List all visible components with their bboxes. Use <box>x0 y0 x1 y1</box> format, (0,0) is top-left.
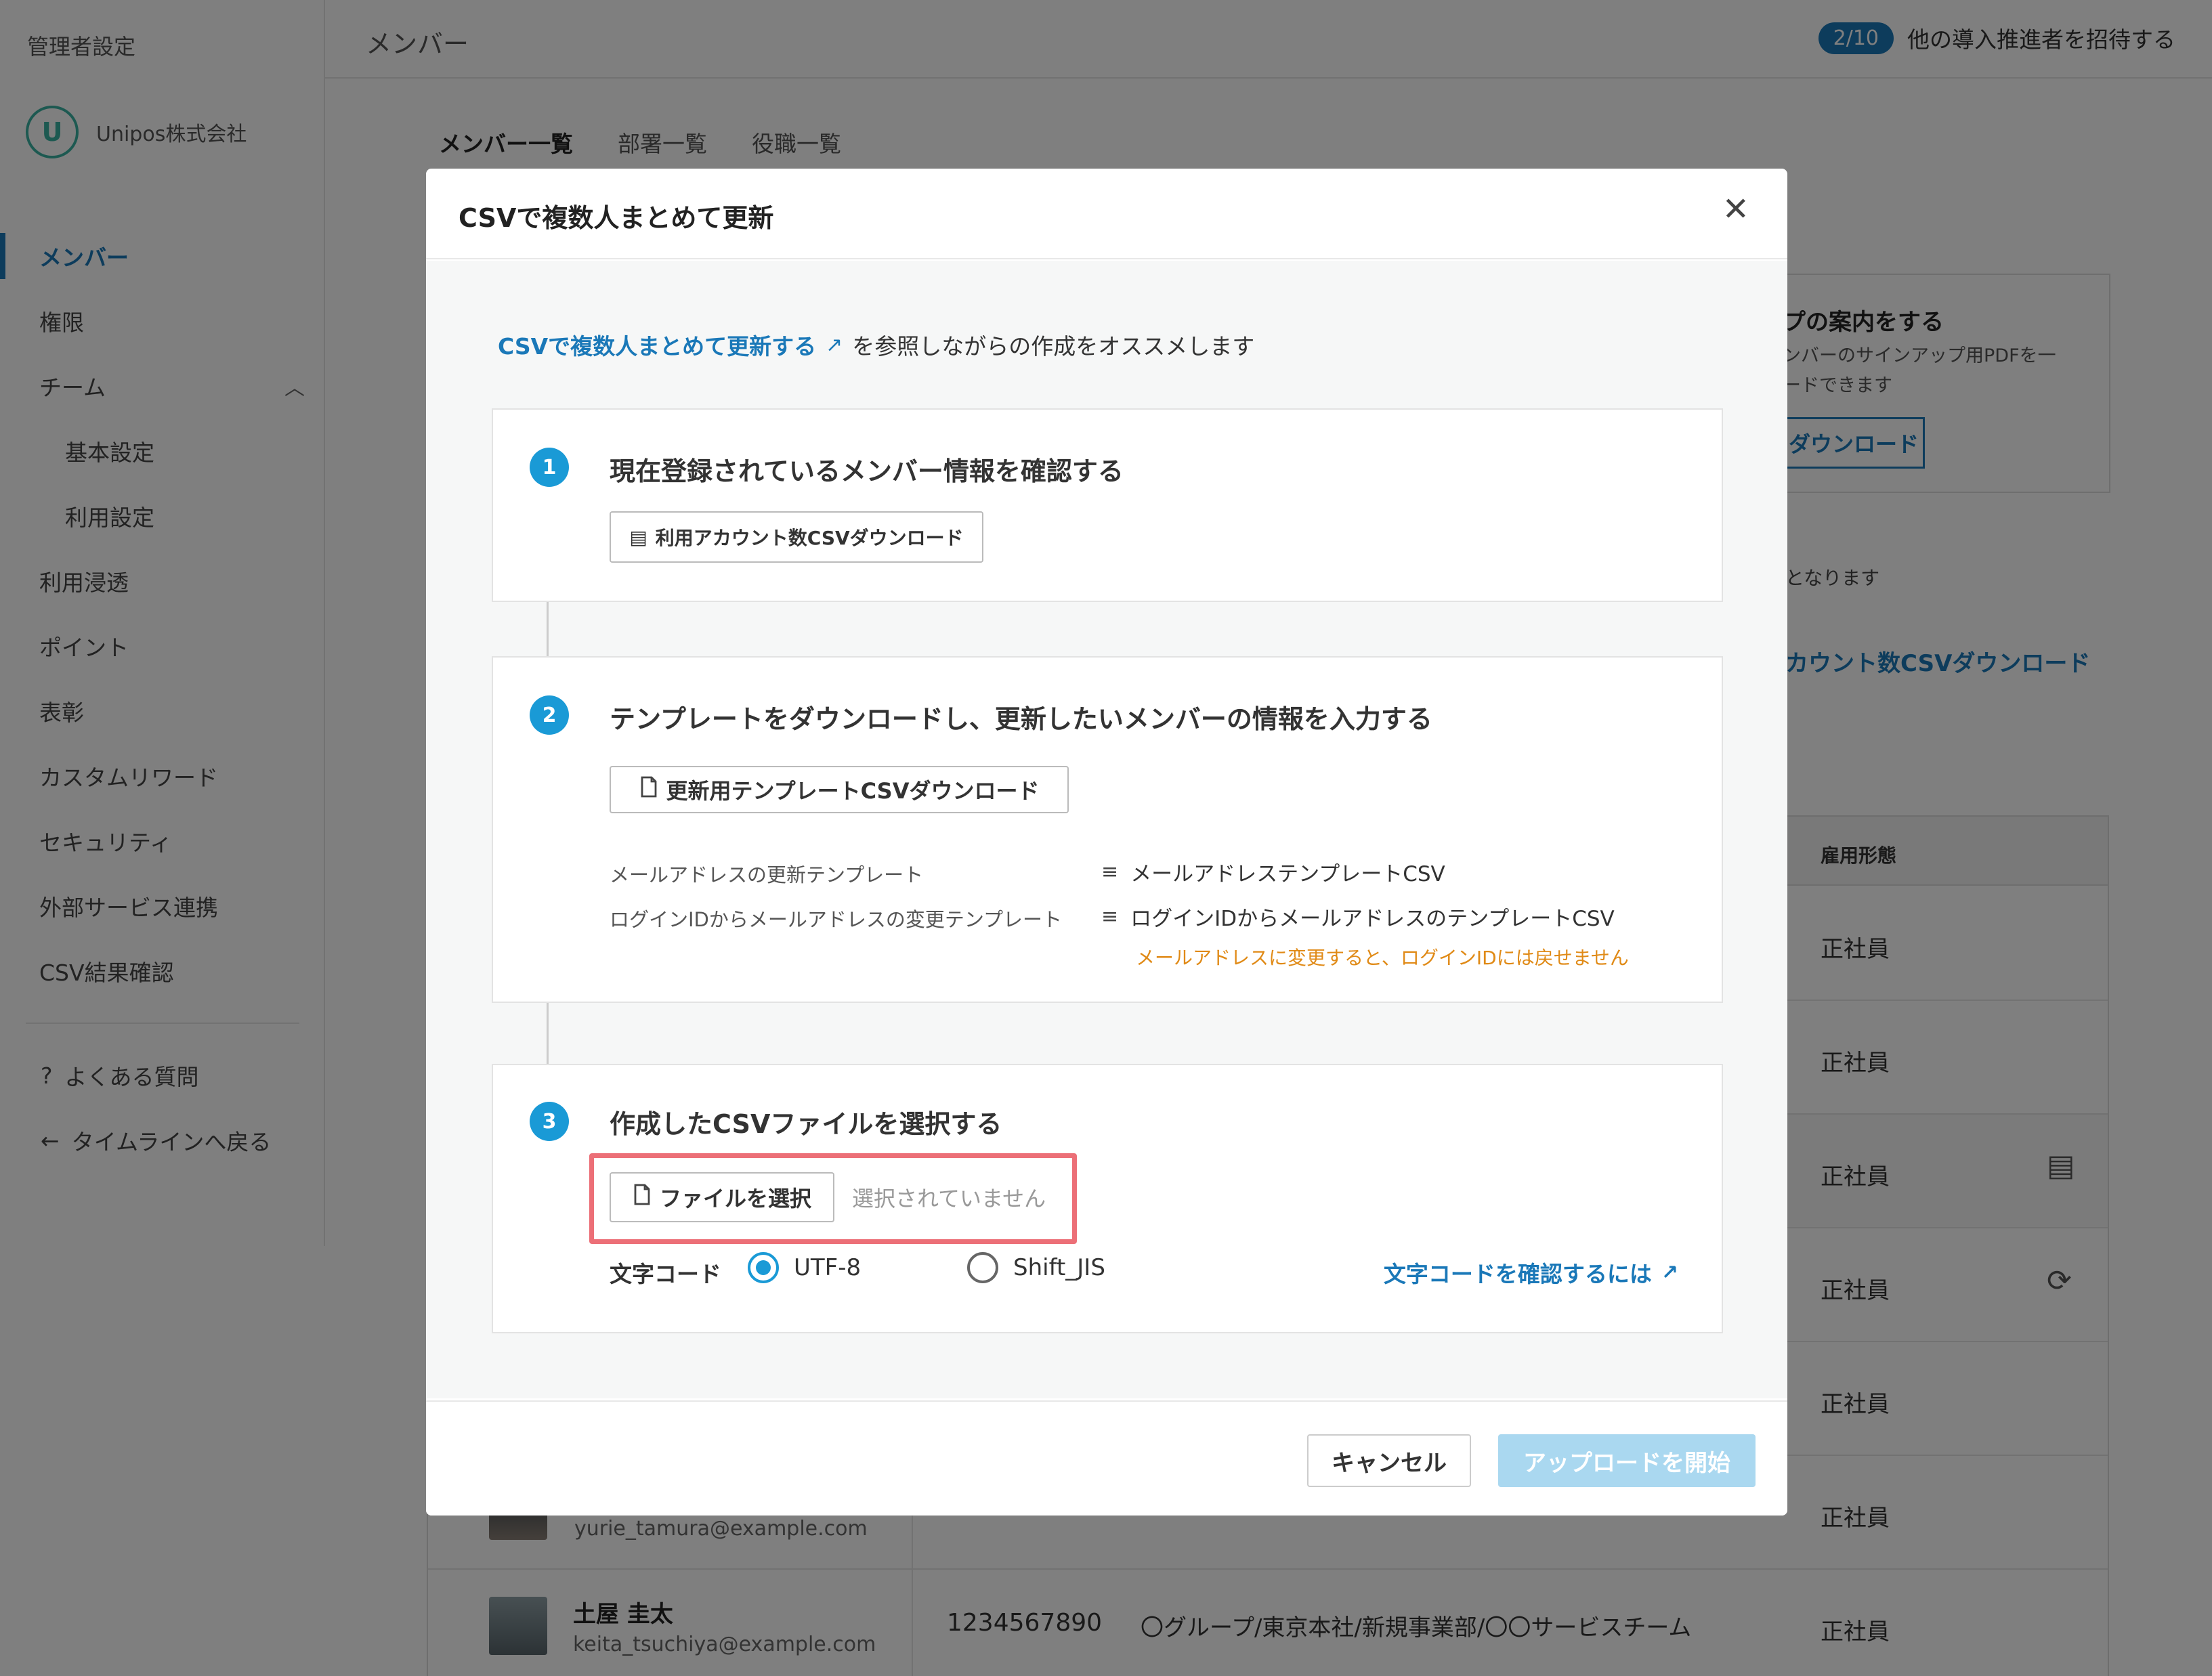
step-connector <box>547 1003 549 1064</box>
radio-checked-icon <box>748 1252 779 1283</box>
encoding-radio-sjis[interactable]: Shift_JIS <box>967 1252 1105 1283</box>
modal-header: CSVで複数人まとめて更新 ✕ <box>426 169 1787 259</box>
intro-text: CSVで複数人まとめて更新する ↗ を参照しながらの作成をオススメします <box>498 328 1254 361</box>
email-template-csv-label: メールアドレステンプレートCSV <box>1130 862 1445 886</box>
encoding-label: 文字コード <box>610 1261 721 1287</box>
external-link-icon: ↗ <box>826 332 843 357</box>
step-1-card: 1 現在登録されているメンバー情報を確認する ▤ 利用アカウント数CSVダウンロ… <box>492 408 1723 602</box>
cancel-button[interactable]: キャンセル <box>1307 1434 1471 1487</box>
email-template-csv-link[interactable]: ≡ メールアドレステンプレートCSV <box>1101 857 1445 887</box>
encoding-help-label: 文字コードを確認するには <box>1383 1261 1652 1287</box>
step-3-card: 3 作成したCSVファイルを選択する ファイルを選択 選択されていません 文字コ… <box>492 1064 1723 1333</box>
radio-unchecked-icon <box>967 1252 998 1283</box>
choose-file-label: ファイルを選択 <box>659 1186 811 1211</box>
step-1-title: 現在登録されているメンバー情報を確認する <box>610 456 1124 486</box>
account-csv-download-label: 利用アカウント数CSVダウンロード <box>655 527 964 549</box>
external-link-icon: ↗ <box>1661 1260 1678 1285</box>
modal-body: CSVで複数人まとめて更新する ↗ を参照しながらの作成をオススメします 1 現… <box>426 261 1787 1398</box>
step-number-badge: 1 <box>530 448 569 487</box>
loginid-warning-text: メールアドレスに変更すると、ログインIDには戻せません <box>1136 947 1629 969</box>
sjis-label: Shift_JIS <box>1013 1254 1105 1281</box>
loginid-template-label: ログインIDからメールアドレスの変更テンプレート <box>610 908 1063 931</box>
encoding-help-link[interactable]: 文字コードを確認するには ↗ <box>1384 1256 1678 1289</box>
modal-title: CSVで複数人まとめて更新 <box>459 203 774 233</box>
csv-bulk-update-modal: CSVで複数人まとめて更新 ✕ CSVで複数人まとめて更新する ↗ を参照しなが… <box>426 169 1787 1516</box>
step-3-title: 作成したCSVファイルを選択する <box>610 1109 1002 1139</box>
step-connector <box>547 602 549 656</box>
document-icon <box>633 1184 652 1211</box>
file-download-icon: ▤ <box>629 525 647 549</box>
choose-file-button[interactable]: ファイルを選択 <box>610 1172 834 1222</box>
step-2-title: テンプレートをダウンロードし、更新したいメンバーの情報を入力する <box>610 704 1432 734</box>
close-icon[interactable]: ✕ <box>1722 193 1749 225</box>
account-csv-download-button[interactable]: ▤ 利用アカウント数CSVダウンロード <box>610 511 983 563</box>
step-2-card: 2 テンプレートをダウンロードし、更新したいメンバーの情報を入力する 更新用テン… <box>492 656 1723 1003</box>
filter-icon: ≡ <box>1101 860 1119 884</box>
intro-suffix: を参照しながらの作成をオススメします <box>852 333 1255 360</box>
file-status: 選択されていません <box>852 1186 1046 1211</box>
loginid-template-csv-link[interactable]: ≡ ログインIDからメールアドレスのテンプレートCSV <box>1101 901 1615 932</box>
email-template-label: メールアドレスの更新テンプレート <box>610 863 924 886</box>
utf8-label: UTF-8 <box>794 1254 862 1281</box>
template-csv-download-label: 更新用テンプレートCSVダウンロード <box>666 778 1040 804</box>
document-icon <box>639 776 658 803</box>
modal-footer: キャンセル アップロードを開始 <box>426 1400 1787 1516</box>
step-number-badge: 2 <box>530 695 569 735</box>
loginid-template-csv-label: ログインIDからメールアドレスのテンプレートCSV <box>1130 907 1615 931</box>
encoding-radio-utf8[interactable]: UTF-8 <box>748 1252 861 1283</box>
step-number-badge: 3 <box>530 1102 569 1141</box>
template-csv-download-button[interactable]: 更新用テンプレートCSVダウンロード <box>610 766 1069 813</box>
help-article-link[interactable]: CSVで複数人まとめて更新する <box>498 328 816 361</box>
start-upload-button[interactable]: アップロードを開始 <box>1498 1434 1756 1487</box>
filter-icon: ≡ <box>1101 905 1119 928</box>
